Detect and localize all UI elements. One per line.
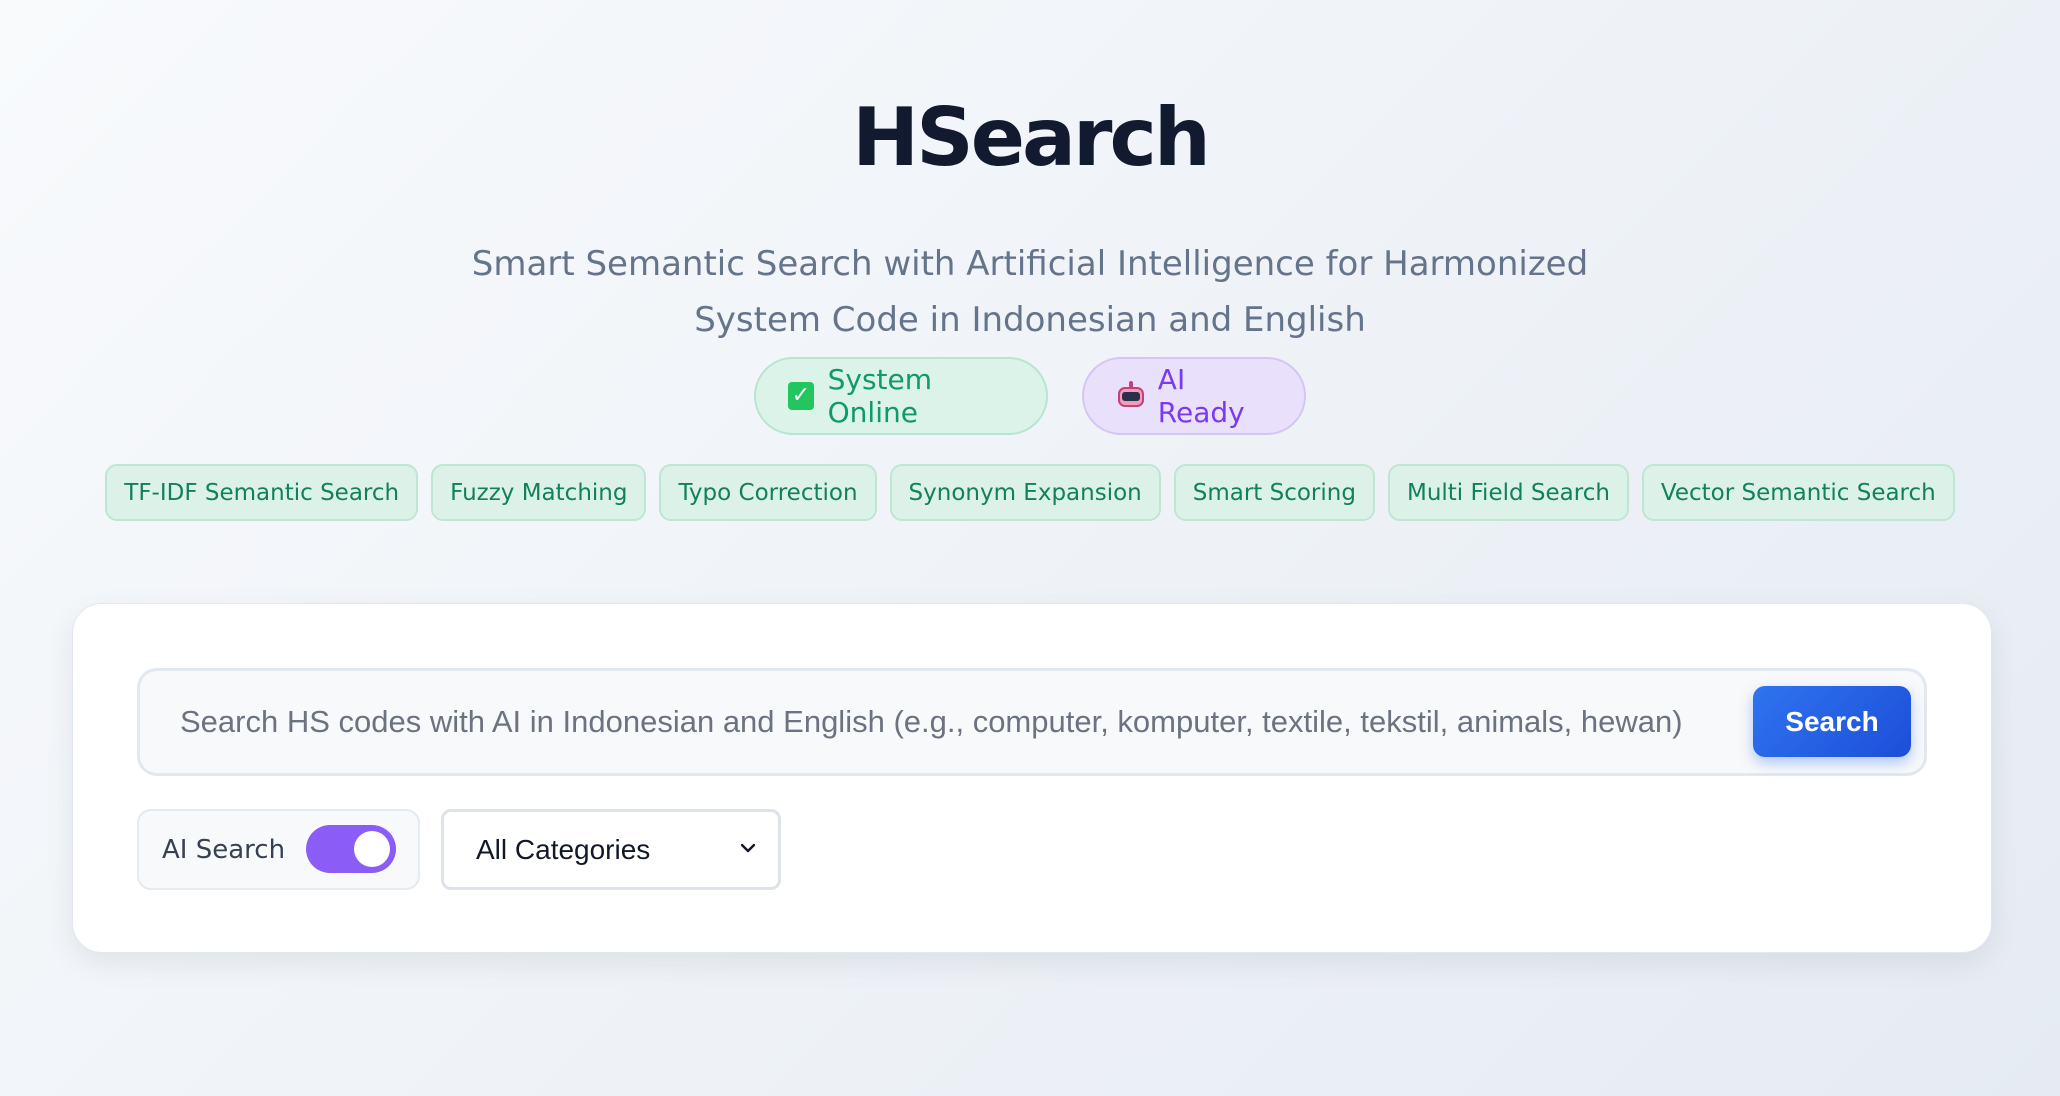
search-box: Search: [137, 668, 1927, 776]
ai-search-label: AI Search: [162, 834, 286, 865]
status-badge-ai: AI Ready: [1082, 357, 1306, 435]
feature-tag: Multi Field Search: [1387, 464, 1629, 521]
search-card: Search AI Search All Categories: [72, 603, 1992, 953]
ai-search-toggle[interactable]: [306, 825, 396, 873]
feature-tag: Vector Semantic Search: [1641, 464, 1955, 521]
search-input[interactable]: [140, 671, 1770, 773]
chevron-down-icon: [740, 843, 756, 853]
ai-search-toggle-group: AI Search: [137, 809, 420, 890]
feature-tag: Synonym Expansion: [889, 464, 1161, 521]
feature-tag: TF-IDF Semantic Search: [105, 464, 419, 521]
feature-tag: Typo Correction: [659, 464, 877, 521]
status-row: ✓ System Online AI Ready: [0, 357, 2060, 435]
status-badge-online: ✓ System Online: [754, 357, 1048, 435]
status-online-label: System Online: [827, 363, 933, 429]
toggle-knob: [354, 831, 390, 867]
category-select[interactable]: All Categories: [441, 809, 781, 890]
feature-tag: Smart Scoring: [1173, 464, 1375, 521]
category-select-value: All Categories: [476, 833, 651, 865]
status-ai-label: AI Ready: [1157, 363, 1245, 429]
check-box-icon: ✓: [788, 382, 814, 410]
search-button[interactable]: Search: [1753, 686, 1911, 757]
feature-tags: TF-IDF Semantic Search Fuzzy Matching Ty…: [0, 464, 2060, 521]
robot-icon: [1116, 381, 1144, 411]
page-subtitle: Smart Semantic Search with Artificial In…: [471, 244, 1589, 340]
page-title: HSearch: [852, 91, 1211, 184]
feature-tag: Fuzzy Matching: [431, 464, 647, 521]
